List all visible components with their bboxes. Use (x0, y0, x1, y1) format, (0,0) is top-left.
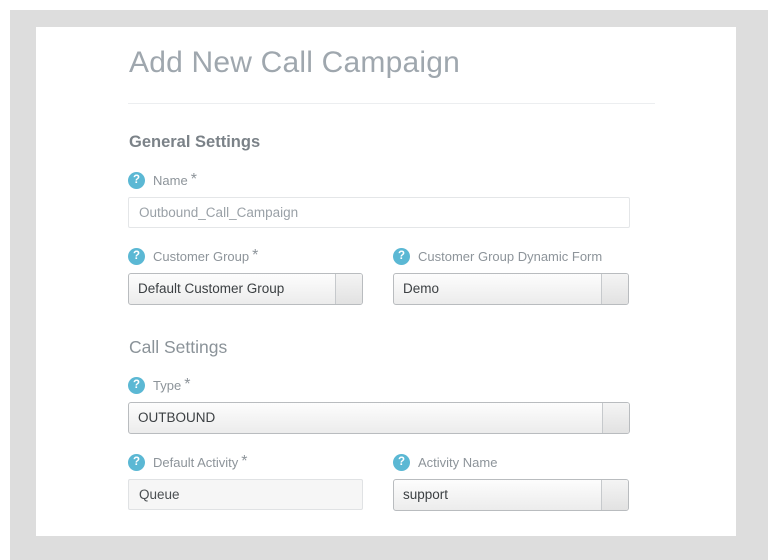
field-customer-group-dynamic-form: ? Customer Group Dynamic Form Demo (393, 246, 629, 305)
field-activity-name: ? Activity Name support (393, 452, 629, 511)
default-activity-value: Queue (128, 479, 363, 510)
section-general-settings: General Settings (128, 132, 655, 152)
field-label-text-type: Type (153, 377, 182, 393)
section-heading-call-settings: Call Settings (129, 337, 228, 357)
section-call-settings: Call Settings (128, 337, 655, 357)
chevron-down-icon[interactable] (601, 480, 628, 510)
required-marker-default-activity: * (241, 453, 248, 470)
help-question-icon[interactable]: ? (128, 453, 145, 471)
section-heading-general-settings: General Settings (129, 133, 261, 151)
field-label-customer-group-dynamic-form: ? Customer Group Dynamic Form (393, 246, 629, 266)
customer-group-select-value: Default Customer Group (138, 281, 285, 296)
field-label-text-activity-name: Activity Name (418, 454, 498, 470)
field-name: ? Name * (128, 170, 630, 228)
chevron-down-icon[interactable] (335, 274, 362, 304)
left-edge-strip (0, 0, 10, 560)
required-marker-name: * (190, 171, 197, 188)
help-question-icon[interactable]: ? (128, 171, 145, 189)
customer-group-dynamic-form-select-value: Demo (403, 281, 440, 296)
required-marker-type: * (184, 376, 191, 393)
field-row-name: ? Name * (128, 170, 655, 228)
activity-name-select[interactable]: support (393, 479, 629, 511)
field-label-customer-group: ? Customer Group * (128, 246, 363, 266)
field-label-activity-name: ? Activity Name (393, 452, 629, 472)
help-question-icon[interactable]: ? (393, 247, 410, 265)
top-edge-strip (0, 0, 768, 10)
field-row-activity: ? Default Activity * Queue ? Activity Na… (128, 452, 655, 511)
field-type: ? Type * OUTBOUND (128, 375, 630, 434)
customer-group-dynamic-form-select[interactable]: Demo (393, 273, 629, 305)
chevron-down-icon[interactable] (601, 274, 628, 304)
title-divider (128, 103, 655, 104)
field-row-type: ? Type * OUTBOUND (128, 375, 655, 434)
help-question-icon[interactable]: ? (393, 453, 410, 471)
field-label-text-default-activity: Default Activity (153, 454, 239, 470)
page-background: Add New Call Campaign General Settings ?… (0, 0, 768, 560)
type-select-value: OUTBOUND (138, 410, 216, 425)
field-label-text-name: Name (153, 172, 188, 188)
field-customer-group: ? Customer Group * Default Customer Grou… (128, 246, 363, 305)
page-title: Add New Call Campaign (129, 46, 461, 79)
help-question-icon[interactable]: ? (128, 247, 145, 265)
form-card: Add New Call Campaign General Settings ?… (36, 27, 736, 536)
field-default-activity: ? Default Activity * Queue (128, 452, 363, 511)
field-label-text-customer-group: Customer Group (153, 248, 250, 264)
name-input[interactable] (128, 197, 630, 228)
chevron-down-icon[interactable] (602, 403, 629, 433)
type-select[interactable]: OUTBOUND (128, 402, 630, 434)
customer-group-select[interactable]: Default Customer Group (128, 273, 363, 305)
activity-name-select-value: support (403, 487, 449, 502)
field-row-customer-group: ? Customer Group * Default Customer Grou… (128, 246, 655, 305)
form-content: Add New Call Campaign General Settings ?… (128, 41, 655, 511)
help-question-icon[interactable]: ? (128, 376, 145, 394)
field-label-text-customer-group-dynamic-form: Customer Group Dynamic Form (418, 248, 603, 264)
field-label-default-activity: ? Default Activity * (128, 452, 363, 472)
field-label-type: ? Type * (128, 375, 630, 395)
required-marker-customer-group: * (252, 247, 259, 264)
field-label-name: ? Name * (128, 170, 630, 190)
